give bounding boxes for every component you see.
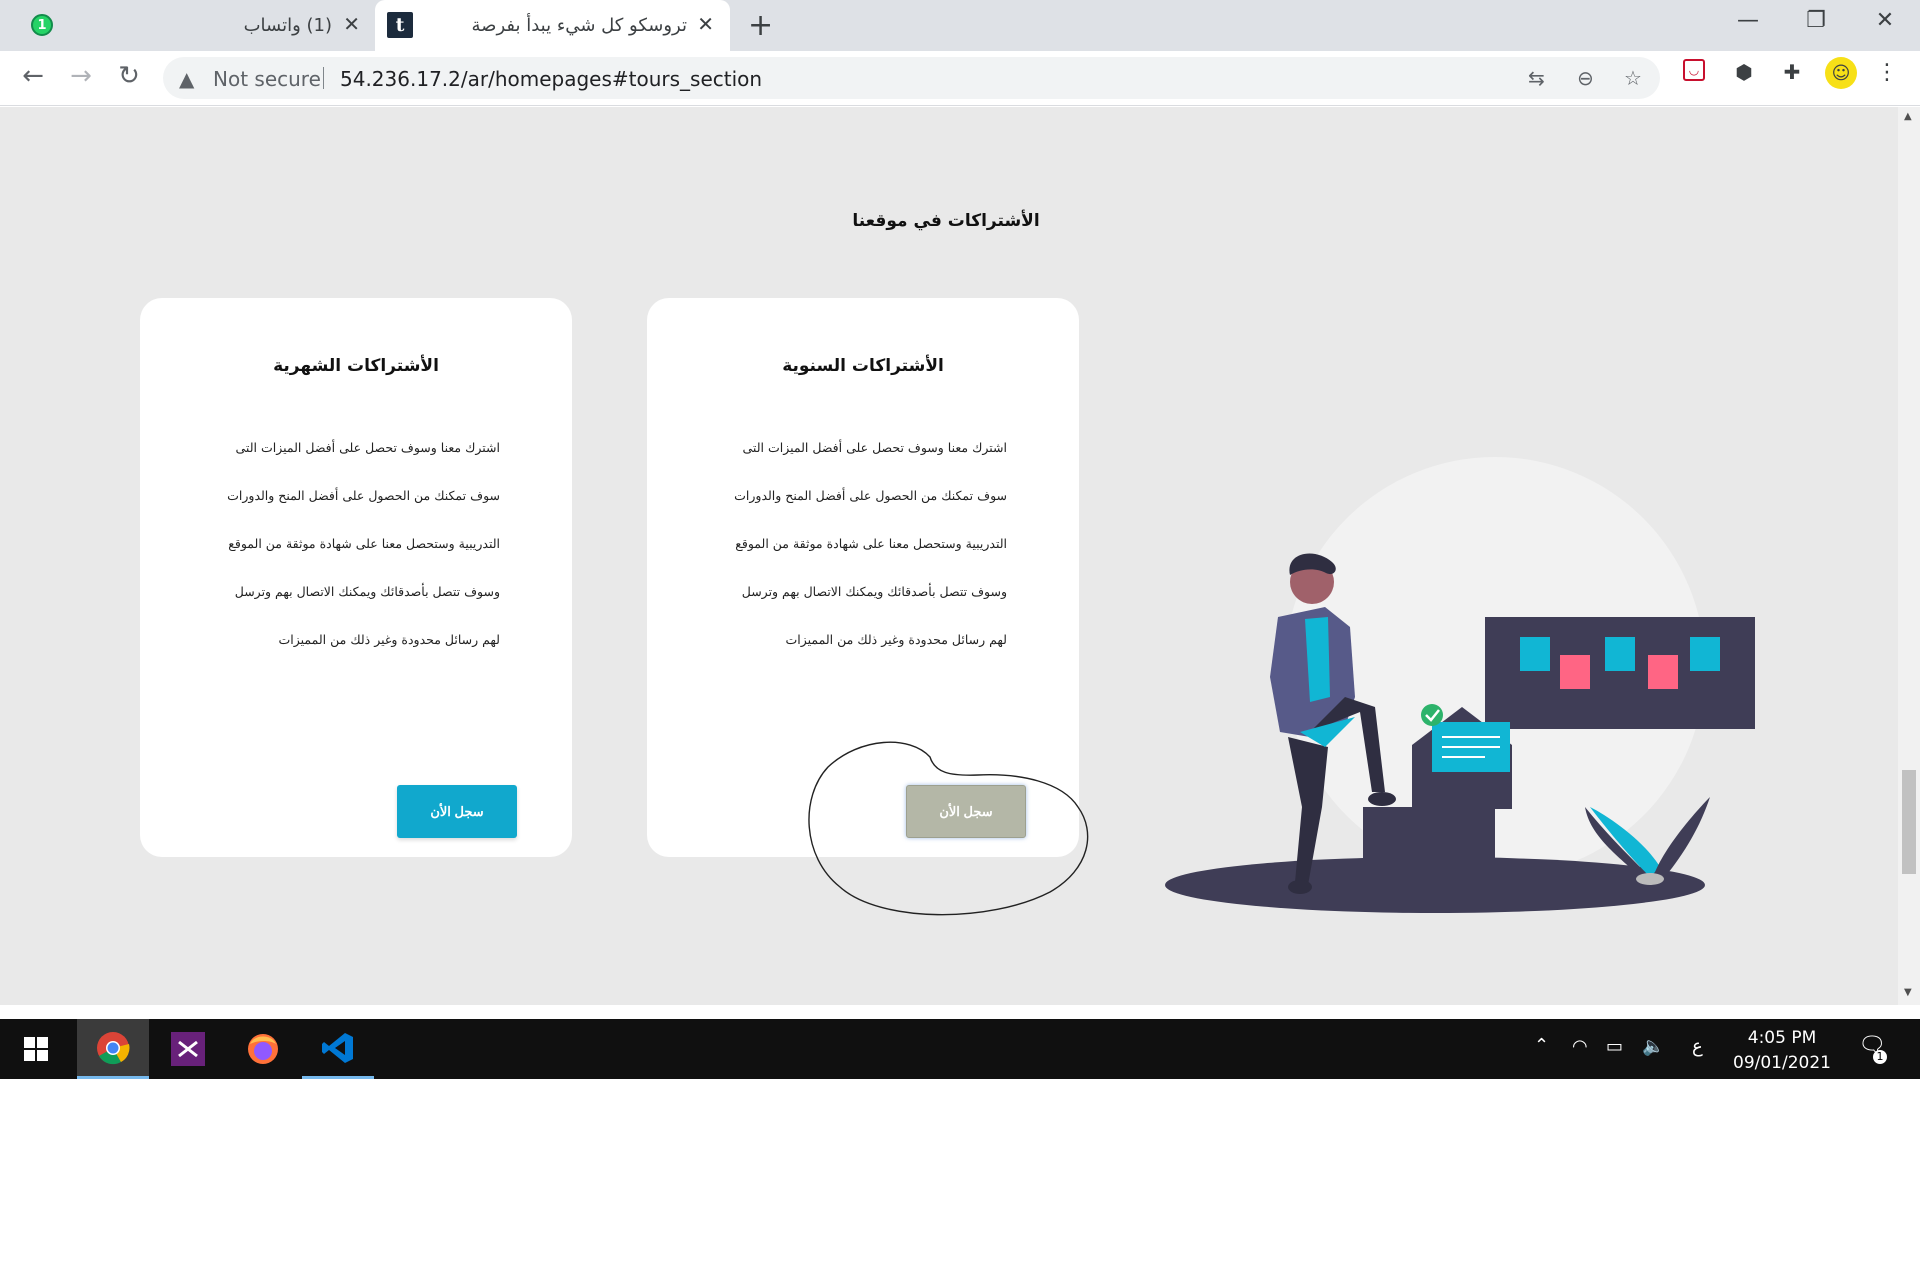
notification-count: 1 — [1873, 1050, 1887, 1064]
tab-title: تروسكو كل شيء يبدأ بفرصة — [471, 15, 687, 36]
card-line: لهم رسائل محدودة وغير ذلك من المميزات — [278, 632, 500, 647]
card-line: التدريبية وستحصل معنا على شهادة موثقة من… — [735, 536, 1007, 551]
clock-time[interactable]: 4:05 PM — [1722, 1028, 1842, 1048]
message-board — [1485, 617, 1755, 729]
card-title: الأشتراكات الشهرية — [273, 356, 439, 376]
card-line: سوف تمكنك من الحصول على أفضل المنح والدو… — [734, 488, 1007, 503]
language-indicator[interactable]: ع — [1692, 1036, 1703, 1057]
forward-arrow-icon[interactable]: → — [64, 61, 98, 91]
profile-avatar-icon[interactable]: ☺ — [1825, 57, 1857, 89]
zoom-out-icon[interactable]: ⊖ — [1577, 66, 1594, 90]
vscode-icon — [322, 1032, 353, 1063]
battery-icon[interactable]: ▭ — [1606, 1036, 1623, 1057]
card-description: اشترك معنا وسوف تحصل على أفضل الميزات ال… — [707, 440, 1007, 680]
section-title: الأشتراكات في موقعنا — [0, 211, 1898, 231]
whatsapp-favicon-icon: 1 — [31, 14, 53, 36]
card-line: لهم رسائل محدودة وغير ذلك من المميزات — [785, 632, 1007, 647]
truscko-favicon-icon: t — [387, 12, 413, 38]
volume-icon[interactable]: 🔈 — [1642, 1036, 1664, 1057]
new-tab-plus-icon[interactable]: + — [748, 8, 773, 43]
register-now-button-monthly[interactable]: سجل الأن — [397, 785, 517, 838]
scroll-down-icon[interactable]: ▼ — [1904, 987, 1912, 998]
subscription-illustration — [1165, 457, 1755, 913]
back-arrow-icon[interactable]: ← — [16, 61, 50, 91]
subscription-card-monthly: الأشتراكات الشهرية اشترك معنا وسوف تحصل … — [140, 298, 572, 857]
extensions-puzzle-icon[interactable]: ✚ — [1779, 59, 1805, 85]
firefox-icon — [248, 1034, 278, 1064]
extension-cube-icon[interactable]: ⬢ — [1731, 59, 1757, 85]
window-close-icon[interactable]: ✕ — [1865, 8, 1905, 33]
tab-whatsapp[interactable]: 1 (1) واتساب ✕ — [16, 0, 366, 51]
browser-toolbar: ← → ↻ ▲ Not secure 54.236.17.2/ar/homepa… — [0, 51, 1920, 106]
box — [1363, 807, 1495, 887]
card-line: اشترك معنا وسوف تحصل على أفضل الميزات ال… — [235, 440, 500, 455]
taskbar-firefox[interactable] — [227, 1019, 299, 1079]
taskbar-visual-studio[interactable] — [152, 1019, 224, 1079]
chrome-icon — [97, 1031, 130, 1064]
screen: 1 (1) واتساب ✕ t تروسكو كل شيء يبدأ بفرص… — [0, 0, 1920, 1280]
security-label[interactable]: Not secure — [213, 67, 321, 91]
reload-icon[interactable]: ↻ — [112, 61, 146, 91]
address-bar[interactable]: ▲ Not secure 54.236.17.2/ar/homepages#to… — [163, 57, 1660, 99]
close-icon[interactable]: ✕ — [343, 12, 360, 36]
plant-leaf — [1655, 797, 1710, 877]
section-title-text: الأشتراكات في موقعنا — [852, 211, 1040, 231]
card-line: وسوف تتصل بأصدقائك ويمكنك الاتصال بهم وت… — [234, 584, 500, 599]
scrollbar-thumb[interactable] — [1902, 770, 1916, 874]
translate-icon[interactable]: ⇆ — [1528, 66, 1545, 90]
extension-pocket-icon[interactable]: ◡ — [1683, 59, 1705, 81]
minimize-icon[interactable]: — — [1728, 8, 1768, 33]
check-icon — [1421, 704, 1443, 726]
card-title: الأشتراكات السنوية — [782, 356, 944, 376]
clock-date[interactable]: 09/01/2021 — [1722, 1053, 1842, 1073]
warning-icon[interactable]: ▲ — [179, 67, 194, 91]
browser-tab-strip: 1 (1) واتساب ✕ t تروسكو كل شيء يبدأ بفرص… — [0, 0, 1920, 51]
restore-icon[interactable]: ❐ — [1796, 8, 1836, 33]
tab-title: (1) واتساب — [243, 15, 332, 36]
start-button[interactable] — [0, 1019, 72, 1079]
card-line: التدريبية وستحصل معنا على شهادة موثقة من… — [228, 536, 500, 551]
chevron-up-icon[interactable]: ⌃ — [1534, 1035, 1549, 1056]
visual-studio-icon — [171, 1032, 205, 1066]
card-description: اشترك معنا وسوف تحصل على أفضل الميزات ال… — [200, 440, 500, 680]
kebab-menu-icon[interactable]: ⋮ — [1874, 59, 1900, 85]
url-text[interactable]: 54.236.17.2/ar/homepages#tours_section — [340, 67, 762, 91]
scroll-up-icon[interactable]: ▲ — [1904, 111, 1912, 122]
windows-taskbar: ⌃ ◠ ▭ 🔈 ع 4:05 PM 09/01/2021 🗨 1 — [0, 1019, 1920, 1079]
start-icon — [24, 1037, 48, 1061]
annotation-circle — [808, 741, 1089, 916]
wifi-icon[interactable]: ◠ — [1572, 1036, 1588, 1057]
taskbar-vscode[interactable] — [302, 1019, 374, 1079]
card-line: اشترك معنا وسوف تحصل على أفضل الميزات ال… — [742, 440, 1007, 455]
tab-truscko[interactable]: t تروسكو كل شيء يبدأ بفرصة ✕ — [375, 0, 730, 51]
card-line: وسوف تتصل بأصدقائك ويمكنك الاتصال بهم وت… — [741, 584, 1007, 599]
omnibox-divider — [323, 67, 324, 89]
star-icon[interactable]: ☆ — [1624, 66, 1642, 90]
vertical-scrollbar[interactable]: ▲ ▼ — [1898, 107, 1920, 1005]
card-line: سوف تمكنك من الحصول على أفضل المنح والدو… — [227, 488, 500, 503]
taskbar-chrome[interactable] — [77, 1019, 149, 1079]
close-icon[interactable]: ✕ — [697, 12, 714, 36]
page-viewport: الأشتراكات في موقعنا الأشتراكات الشهرية … — [0, 107, 1898, 1005]
